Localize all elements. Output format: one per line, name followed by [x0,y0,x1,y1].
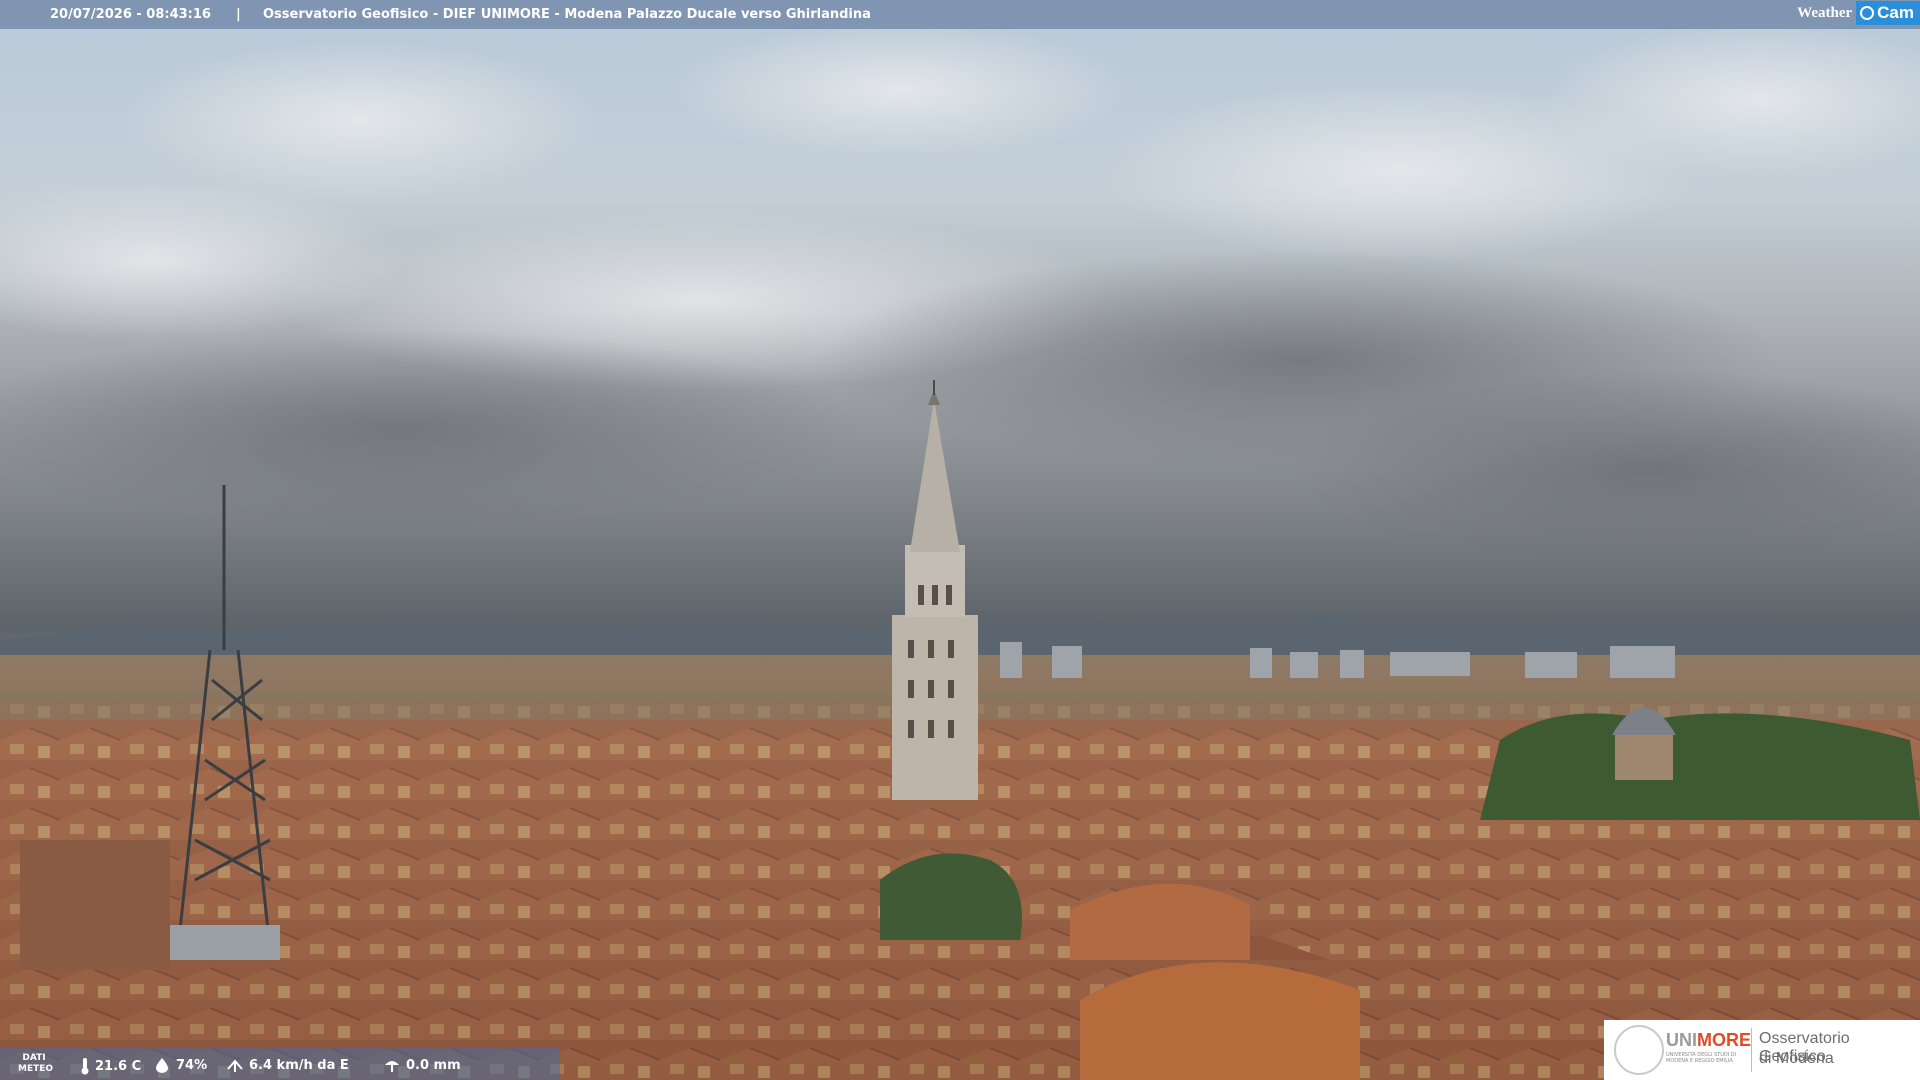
rain-value: 0.0 mm [406,1057,461,1073]
logo-divider [1751,1028,1752,1072]
unimore-part2: MORE [1697,1030,1751,1050]
webcam-scene [0,0,1920,1080]
cam-badge: Cam [1856,1,1920,25]
temperature-reading: 21.6 C [80,1057,141,1075]
camera-title: Osservatorio Geofisico - DIEF UNIMORE - … [263,7,871,22]
webcam-info-bar: 20/07/2026 - 08:43:16 | Osservatorio Geo… [0,0,1920,29]
rain-gauge-icon [385,1061,399,1072]
temperature-value: 21.6 C [95,1058,142,1074]
weather-label: Weather [1797,4,1853,21]
observatory-logo: UNIMORE UNIVERSITÀ DEGLI STUDI DI MODENA… [1604,1020,1920,1080]
university-seal-icon [1614,1025,1664,1075]
cam-label: Cam [1877,3,1914,22]
meteo-data-bar: DATI METEO 21.6 C 74% 6.4 km/h da E 0.0 m… [0,1048,560,1080]
observatory-name-line2: di Modena [1759,1050,1834,1067]
humidity-drop-icon [156,1058,168,1073]
wind-reading: 6.4 km/h da E [226,1057,349,1073]
humidity-value: 74% [176,1057,208,1073]
wind-icon [227,1059,243,1072]
wind-value: 6.4 km/h da E [249,1057,349,1073]
camera-lens-icon [1860,6,1875,20]
unimore-part1: UNI [1666,1030,1697,1050]
weathercam-logo: Weather Cam [1797,0,1920,26]
humidity-reading: 74% [153,1057,207,1073]
separator: | [236,7,241,22]
meteo-label-line2: METEO [18,1064,54,1074]
meteo-label-line1: DATI [22,1053,46,1063]
rain-reading: 0.0 mm [383,1057,461,1073]
meteo-label: DATI METEO [18,1053,54,1075]
unimore-wordmark: UNIMORE [1666,1030,1751,1051]
unimore-subtitle: UNIVERSITÀ DEGLI STUDI DI MODENA E REGGI… [1666,1052,1737,1064]
thermometer-icon [81,1058,89,1075]
timestamp: 20/07/2026 - 08:43:16 [50,7,211,22]
